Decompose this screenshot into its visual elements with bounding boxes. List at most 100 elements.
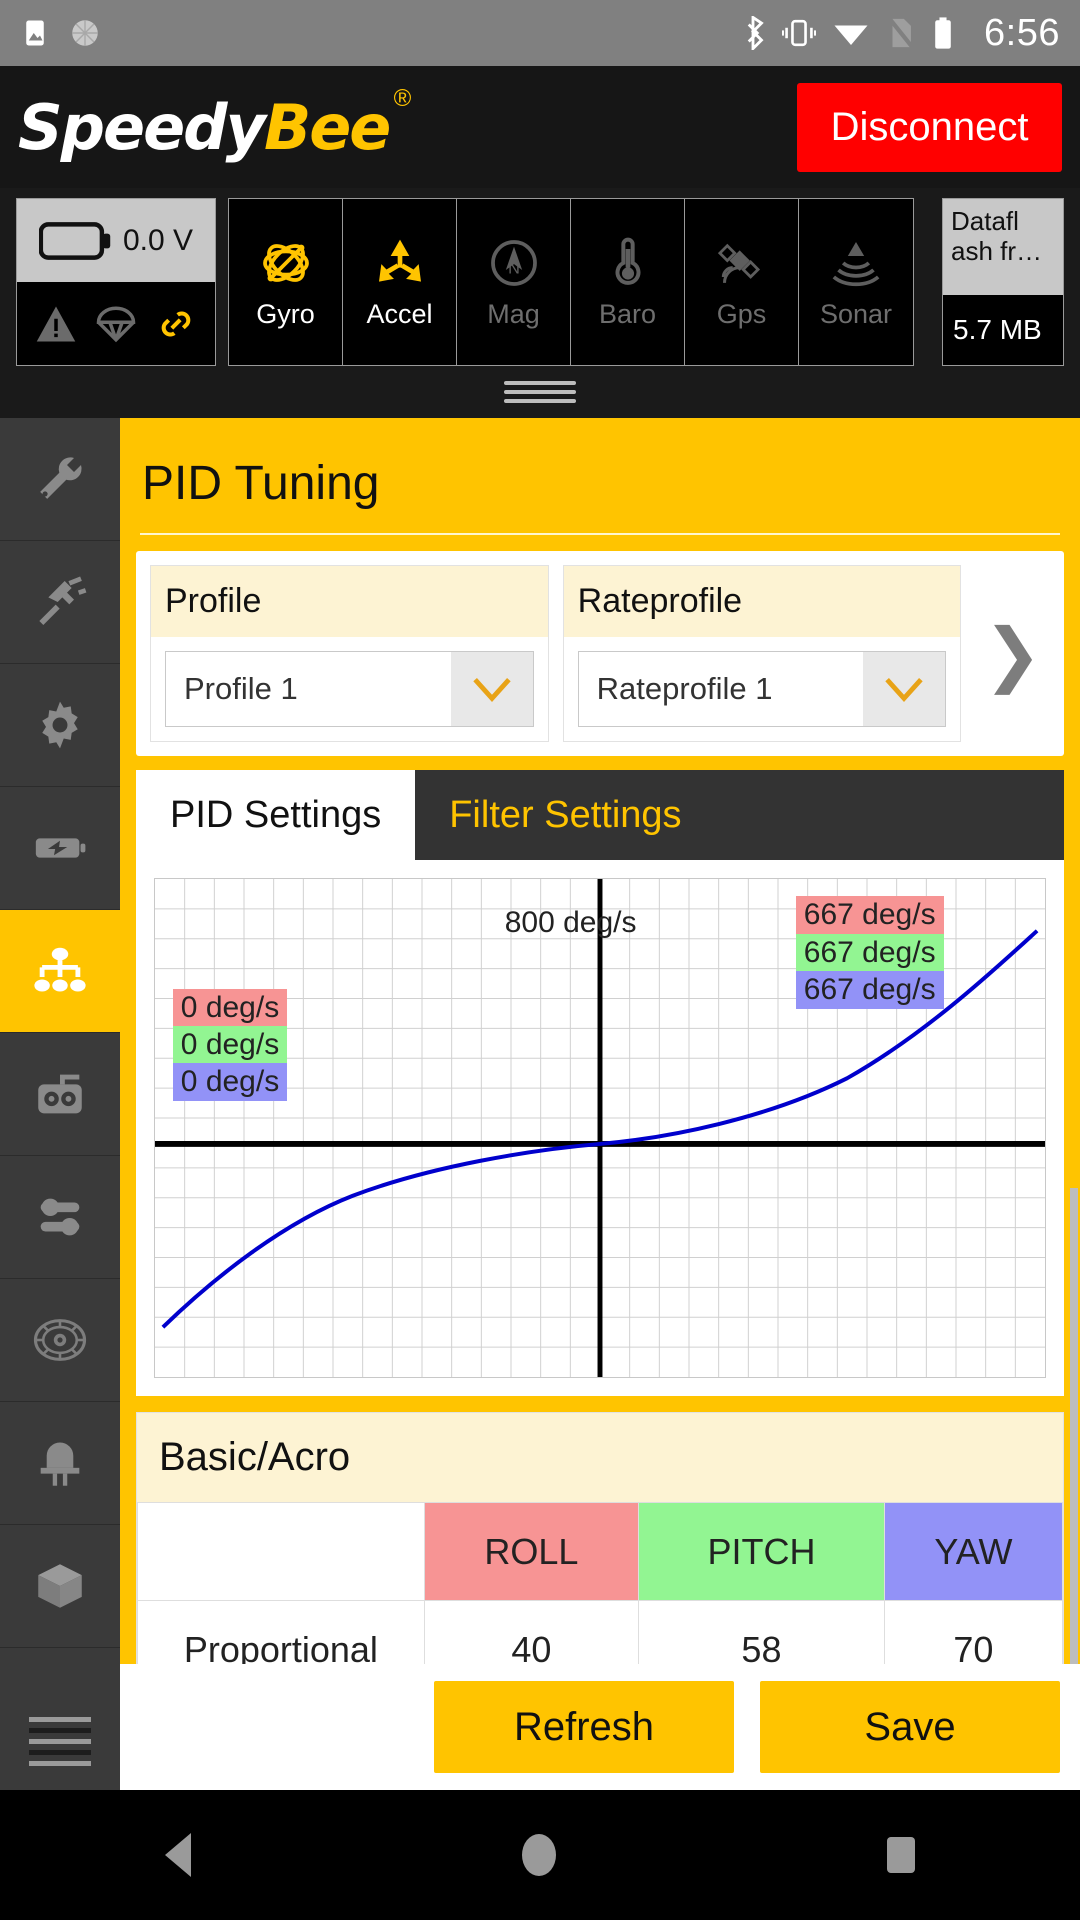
sonar-icon — [832, 241, 880, 286]
chevron-down-icon[interactable] — [450, 652, 533, 726]
body-row: PID Tuning Profile Profile 1 Rateprofile… — [0, 418, 1080, 1802]
dataflash-title: Datafl ash fr… — [943, 199, 1063, 295]
sidebar-item-power[interactable] — [0, 787, 120, 910]
rateprofile-select[interactable]: Rateprofile 1 — [577, 651, 947, 727]
chart-left-label-roll: 0 deg/s — [172, 988, 288, 1027]
svg-text:N: N — [508, 259, 520, 277]
sidebar-item-configuration[interactable] — [0, 664, 120, 787]
status-clock: 6:56 — [984, 11, 1060, 54]
profile-select[interactable]: Profile 1 — [165, 651, 534, 727]
drag-handle-lines — [504, 376, 576, 408]
nav-back-icon[interactable] — [165, 1833, 192, 1877]
gear-icon — [42, 701, 78, 749]
sensor-status-bar: 0.0 V Gyro Accel N Mag Baro Gps Sonar Da… — [0, 188, 1080, 366]
page-title: PID Tuning — [142, 457, 380, 510]
sidebar-item-ports[interactable] — [0, 541, 120, 664]
save-button[interactable]: Save — [760, 1681, 1060, 1773]
sidebar-menu-button[interactable] — [0, 1680, 120, 1802]
battery-outline-icon — [38, 221, 111, 260]
chevron-right-icon[interactable]: ❯ — [975, 619, 1050, 689]
plug-icon — [39, 576, 87, 625]
rateprofile-column: Rateprofile Rateprofile 1 — [562, 565, 962, 742]
table-header-yaw: YAW — [883, 1502, 1064, 1601]
sensor-tile-gyro[interactable]: Gyro — [229, 199, 343, 365]
basic-acro-table-card: Basic/Acro ROLL PITCH YAW Proportional 4… — [136, 1412, 1064, 1700]
battery-status-box[interactable]: 0.0 V — [16, 198, 216, 366]
tab-filter-settings[interactable]: Filter Settings — [415, 770, 1064, 860]
chart-right-label-pitch: 667 deg/s — [795, 933, 944, 972]
sensor-label-gyro: Gyro — [256, 298, 315, 329]
wrench-icon — [40, 457, 82, 499]
no-sim-icon — [888, 17, 915, 49]
chart-center-label: 800 deg/s — [504, 905, 637, 939]
table-title: Basic/Acro — [137, 1413, 1063, 1502]
battery-voltage-value: 0.0 V — [122, 223, 194, 257]
profile-column: Profile Profile 1 — [150, 565, 549, 742]
sidebar — [0, 418, 120, 1802]
logo-registered-mark: ® — [393, 84, 412, 112]
sensor-tiles: Gyro Accel N Mag Baro Gps Sonar — [228, 198, 914, 366]
title-divider — [140, 533, 1060, 535]
sensor-tile-sonar[interactable]: Sonar — [799, 199, 913, 365]
nav-home-icon[interactable] — [521, 1834, 556, 1876]
vibrate-icon — [782, 19, 817, 47]
logo-text-bee: Bee — [263, 90, 391, 164]
spinner-icon — [72, 20, 98, 46]
rateprofile-label: Rateprofile — [563, 566, 961, 637]
sensor-tile-mag[interactable]: N Mag — [457, 199, 571, 365]
panel-drag-handle[interactable] — [0, 366, 1080, 418]
action-bar: Refresh Save — [120, 1664, 1080, 1790]
dataflash-box[interactable]: Datafl ash fr… 5.7 MB — [942, 198, 1064, 366]
sidebar-item-pid-tuning[interactable] — [0, 910, 120, 1033]
bluetooth-icon — [747, 16, 764, 50]
profile-label: Profile — [151, 566, 548, 637]
refresh-button[interactable]: Refresh — [434, 1681, 734, 1773]
profile-select-value: Profile 1 — [184, 671, 298, 706]
sensor-label-accel: Accel — [366, 298, 433, 329]
satellite-icon — [717, 243, 760, 283]
speedybee-logo: Speedy Bee ® — [18, 85, 411, 164]
sensor-tile-accel[interactable]: Accel — [343, 199, 457, 365]
sensor-tile-gps[interactable]: Gps — [685, 199, 799, 365]
chart-panel: 800 deg/s 0 deg/s 0 deg/s 0 deg/s 667 de… — [136, 860, 1064, 1396]
table-header-pitch: PITCH — [638, 1502, 885, 1601]
battery-voltage-row: 0.0 V — [17, 199, 215, 282]
link-icon — [161, 311, 191, 336]
sidebar-item-motors[interactable] — [0, 1279, 120, 1402]
disconnect-button[interactable]: Disconnect — [797, 82, 1062, 172]
profile-selector-card: Profile Profile 1 Rateprofile Rateprofil… — [136, 551, 1064, 756]
battery-icon — [935, 17, 951, 49]
status-right-icons: 6:56 — [740, 12, 1060, 55]
app-header: Speedy Bee ® Disconnect — [0, 66, 1080, 188]
status-left-icons — [20, 16, 102, 50]
accel-icon — [378, 239, 421, 282]
chart-right-label-roll: 667 deg/s — [795, 896, 944, 935]
profile-select-wrap: Profile 1 — [151, 637, 548, 741]
rateprofile-select-wrap: Rateprofile 1 — [564, 637, 961, 741]
menu-icon — [29, 1711, 91, 1772]
sidebar-item-setup[interactable] — [0, 418, 120, 541]
sensor-tile-baro[interactable]: Baro — [571, 199, 685, 365]
rate-curve-chart[interactable]: 800 deg/s 0 deg/s 0 deg/s 0 deg/s 667 de… — [154, 878, 1046, 1378]
sidebar-item-led-strip[interactable] — [0, 1402, 120, 1525]
image-icon — [26, 20, 44, 46]
tab-pid-settings[interactable]: PID Settings — [136, 770, 416, 860]
chevron-down-icon[interactable] — [863, 652, 946, 726]
sidebar-item-presets[interactable] — [0, 1525, 120, 1648]
main-content: PID Tuning Profile Profile 1 Rateprofile… — [120, 418, 1080, 1802]
led-icon — [40, 1442, 80, 1486]
nav-recents-icon[interactable] — [886, 1837, 915, 1873]
sidebar-item-receiver[interactable] — [0, 1033, 120, 1156]
sensor-label-sonar: Sonar — [819, 298, 893, 329]
thermometer-icon — [615, 237, 640, 285]
battery-flags-row — [17, 282, 215, 365]
radio-icon — [38, 1074, 82, 1114]
sidebar-item-modes[interactable] — [0, 1156, 120, 1279]
logo-text-speedy: Speedy — [18, 90, 266, 164]
sensor-label-mag: Mag — [487, 298, 540, 329]
chart-left-label-pitch: 0 deg/s — [172, 1025, 288, 1064]
dataflash-size: 5.7 MB — [943, 294, 1063, 365]
wifi-icon — [834, 25, 868, 45]
chart-right-label-yaw: 667 deg/s — [795, 971, 944, 1010]
propeller-icon — [33, 1319, 87, 1361]
